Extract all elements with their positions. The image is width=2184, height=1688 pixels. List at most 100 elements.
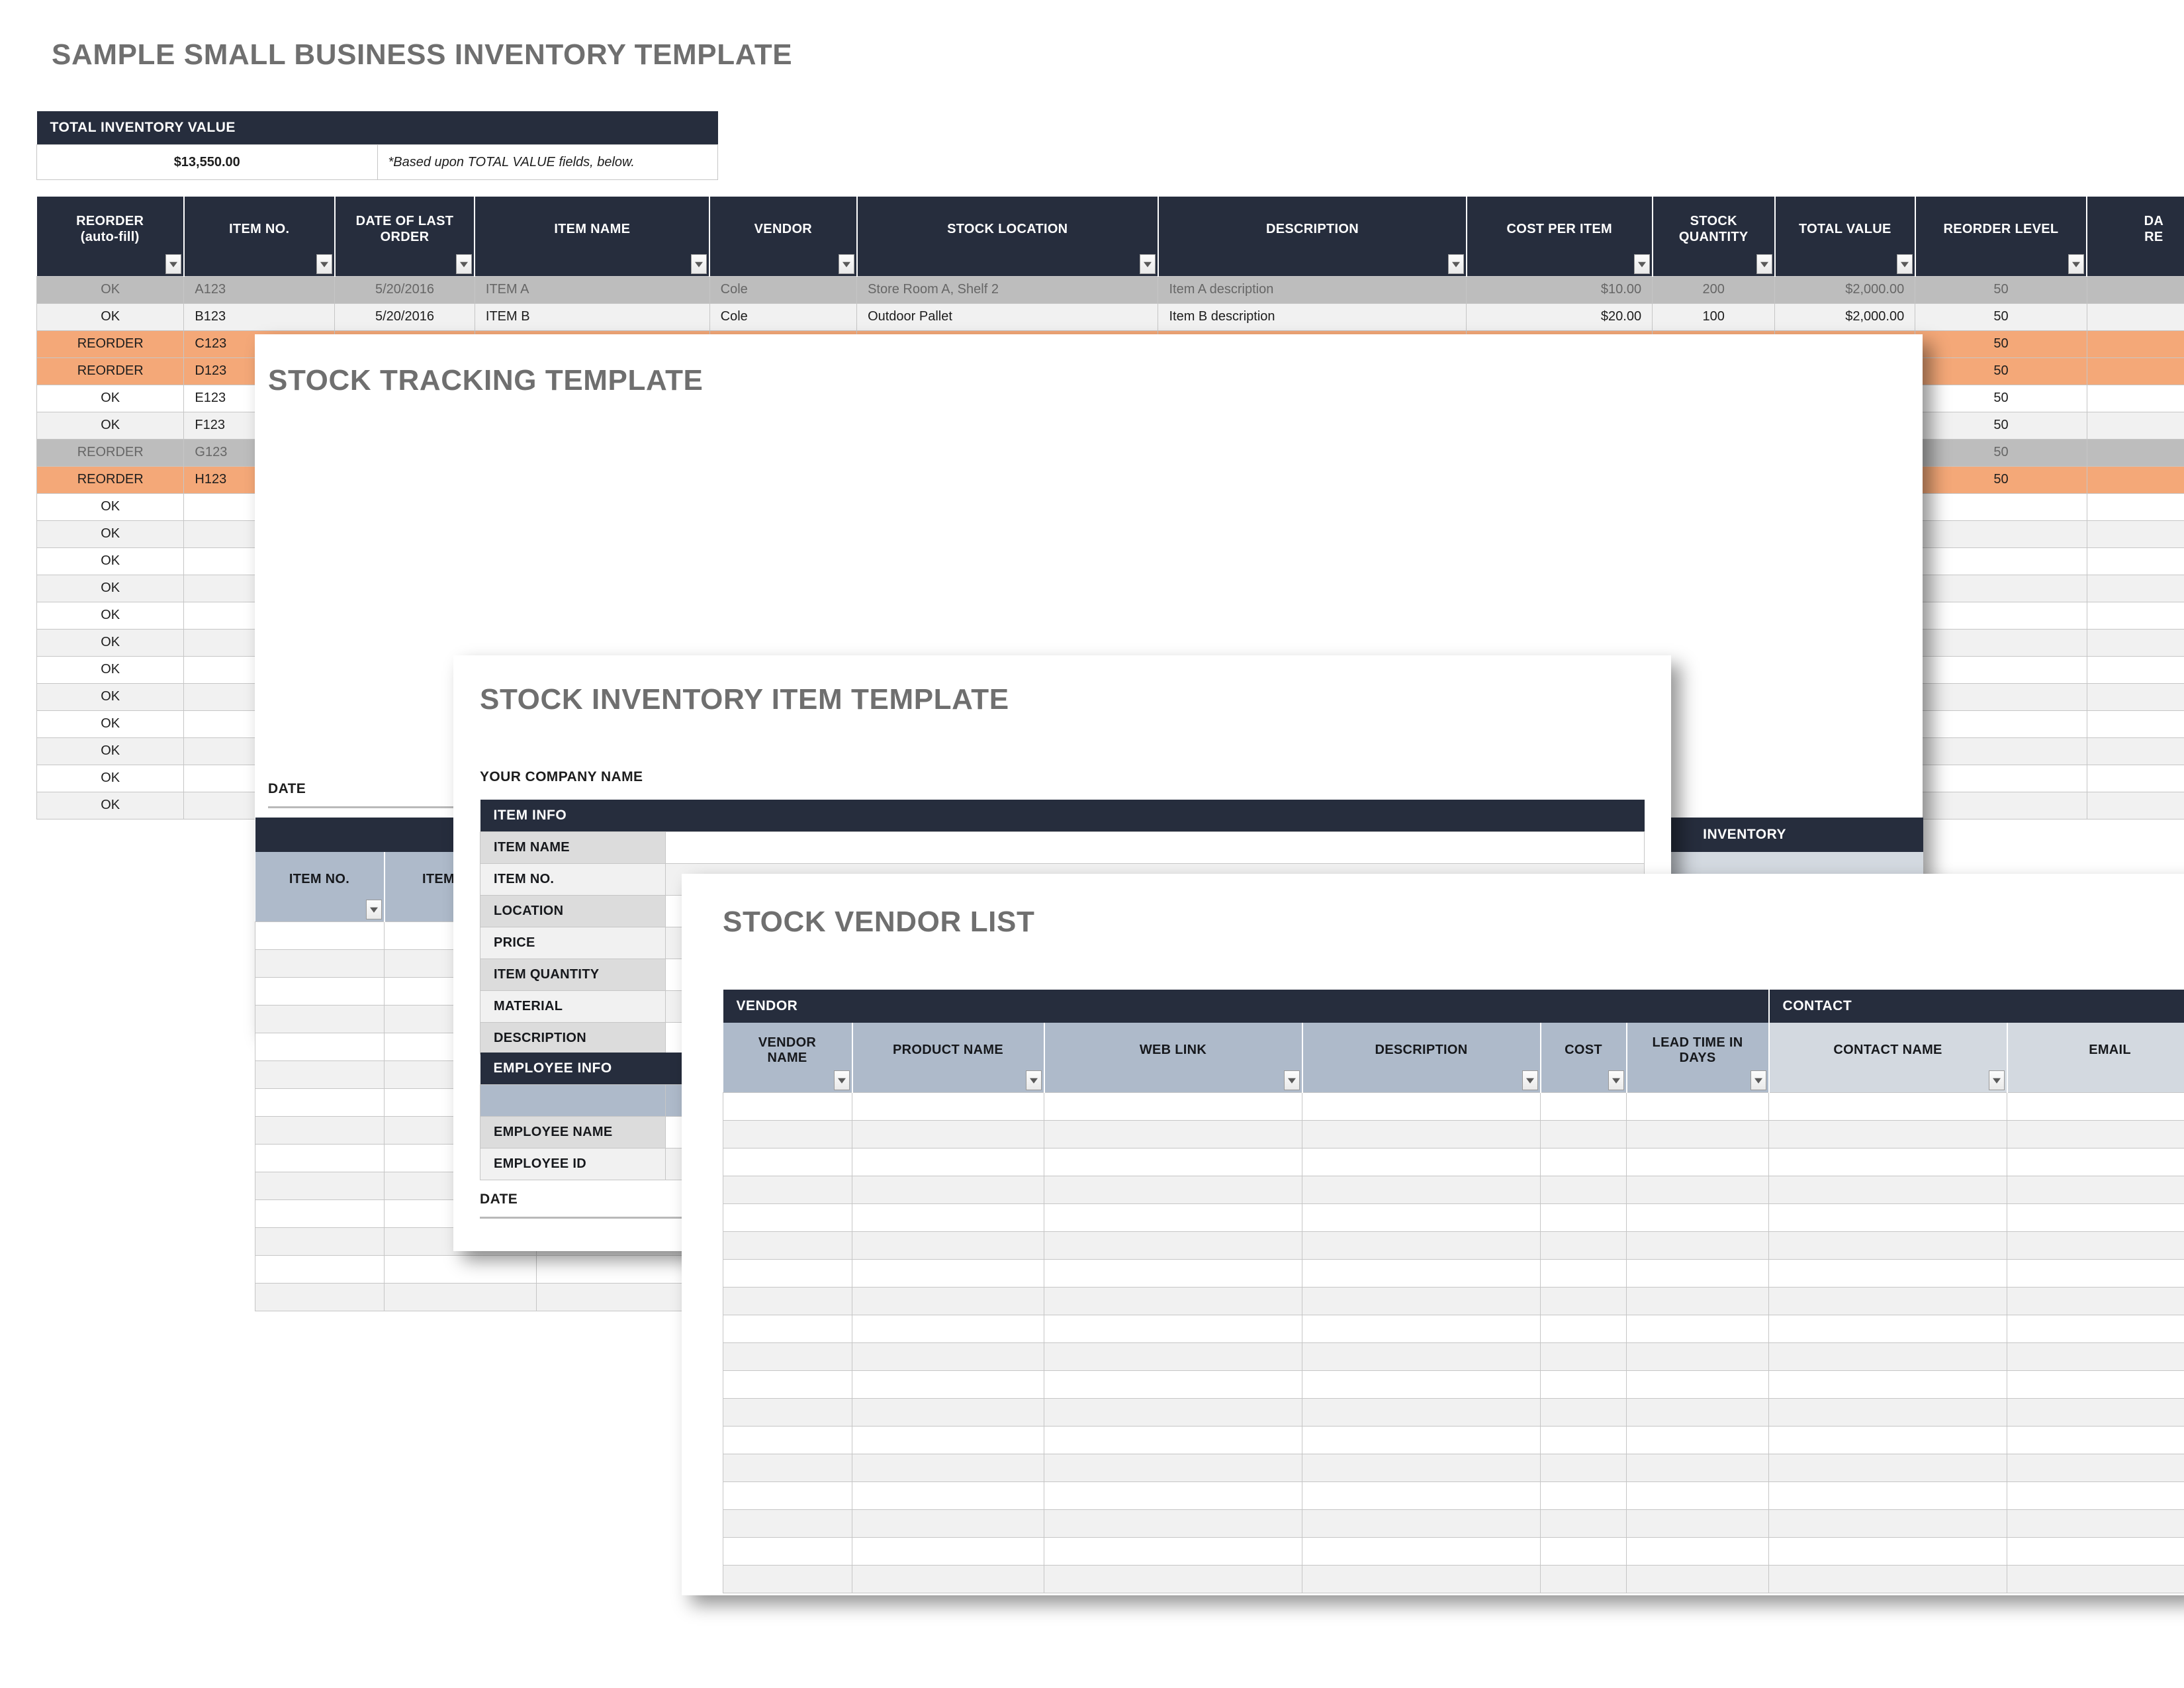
filter-dropdown-icon[interactable]	[456, 254, 473, 274]
vendor-cell[interactable]	[1540, 1564, 1627, 1593]
vendor-cell[interactable]	[1540, 1147, 1627, 1176]
cell-location[interactable]: Outdoor Pallet	[856, 303, 1159, 331]
vendor-cell[interactable]	[723, 1175, 852, 1204]
vendor-cell[interactable]	[1540, 1175, 1627, 1204]
vendor-cell[interactable]	[1540, 1203, 1627, 1232]
vendor-cell[interactable]	[723, 1231, 852, 1260]
cell-level[interactable]	[1915, 791, 2087, 820]
table-row[interactable]	[723, 1203, 2184, 1232]
vendor-cell[interactable]	[1625, 1314, 1770, 1343]
table-row[interactable]: OK A123 5/20/2016 ITEM A Cole Store Room A, S…	[36, 275, 2184, 304]
vendor-cell[interactable]	[1044, 1564, 1302, 1593]
vendor-cell[interactable]	[1302, 1509, 1541, 1538]
vendor-cell[interactable]	[723, 1425, 852, 1454]
stock-tracking-cell[interactable]	[384, 1282, 537, 1311]
cell-level[interactable]: 50	[1915, 330, 2087, 358]
vendor-cell[interactable]	[723, 1119, 852, 1149]
cell-status[interactable]: OK	[36, 492, 185, 521]
cell-reorder-date[interactable]	[2086, 520, 2184, 548]
stock-tracking-cell[interactable]	[255, 1115, 385, 1145]
stock-tracking-cell[interactable]	[255, 1032, 385, 1061]
cell-vendor[interactable]: Cole	[709, 275, 858, 304]
cell-status[interactable]: OK	[36, 520, 185, 548]
cell-status[interactable]: OK	[36, 710, 185, 738]
vendor-cell[interactable]	[1044, 1397, 1302, 1427]
stock-tracking-cell[interactable]	[384, 1254, 537, 1284]
vendor-cell[interactable]	[1044, 1231, 1302, 1260]
vendor-cell[interactable]	[1302, 1119, 1541, 1149]
table-row[interactable]	[723, 1397, 2184, 1427]
table-row[interactable]	[723, 1342, 2184, 1371]
filter-dropdown-icon[interactable]	[1633, 254, 1650, 274]
vendor-cell[interactable]	[2007, 1509, 2184, 1538]
vendor-cell[interactable]	[2007, 1314, 2184, 1343]
vendor-cell[interactable]	[1044, 1119, 1302, 1149]
cell-reorder-date[interactable]	[2086, 303, 2184, 331]
cell-item-no[interactable]: B123	[183, 303, 336, 331]
vendor-cell[interactable]	[852, 1231, 1044, 1260]
vendor-cell[interactable]	[1044, 1425, 1302, 1454]
vendor-cell[interactable]	[1302, 1203, 1541, 1232]
cell-date[interactable]: 5/20/2016	[334, 303, 475, 331]
vendor-cell[interactable]	[1768, 1092, 2008, 1121]
vendor-cell[interactable]	[723, 1397, 852, 1427]
vendor-cell[interactable]	[1625, 1286, 1770, 1315]
vendor-cell[interactable]	[1540, 1119, 1627, 1149]
cell-cost[interactable]: $20.00	[1466, 303, 1653, 331]
cell-status[interactable]: OK	[36, 411, 185, 440]
cell-total[interactable]: $2,000.00	[1774, 303, 1916, 331]
vendor-cell[interactable]	[1044, 1286, 1302, 1315]
vendor-cell[interactable]	[1302, 1425, 1541, 1454]
vendor-cell[interactable]	[1625, 1147, 1770, 1176]
cell-vendor[interactable]: Cole	[709, 303, 858, 331]
vendor-cell[interactable]	[1302, 1314, 1541, 1343]
vendor-cell[interactable]	[1302, 1286, 1541, 1315]
vendor-cell[interactable]	[2007, 1453, 2184, 1482]
vendor-cell[interactable]	[1768, 1147, 2008, 1176]
stock-tracking-cell[interactable]	[255, 1004, 385, 1033]
vendor-cell[interactable]	[1768, 1536, 2008, 1566]
table-row[interactable]	[723, 1536, 2184, 1566]
filter-dropdown-icon[interactable]	[365, 899, 382, 919]
stock-tracking-cell[interactable]	[255, 1254, 385, 1284]
vendor-cell[interactable]	[723, 1092, 852, 1121]
vendor-cell[interactable]	[852, 1342, 1044, 1371]
vendor-cell[interactable]	[852, 1453, 1044, 1482]
vendor-cell[interactable]	[1768, 1425, 2008, 1454]
vendor-cell[interactable]	[1540, 1425, 1627, 1454]
cell-level[interactable]	[1915, 655, 2087, 684]
cell-reorder-date[interactable]	[2086, 574, 2184, 602]
vendor-cell[interactable]	[723, 1370, 852, 1399]
cell-location[interactable]: Store Room A, Shelf 2	[856, 275, 1159, 304]
vendor-cell[interactable]	[852, 1092, 1044, 1121]
table-row[interactable]	[723, 1314, 2184, 1343]
vendor-cell[interactable]	[1540, 1342, 1627, 1371]
vendor-cell[interactable]	[1768, 1564, 2008, 1593]
cell-status[interactable]: OK	[36, 275, 185, 304]
vendor-cell[interactable]	[852, 1175, 1044, 1204]
filter-dropdown-icon[interactable]	[1608, 1070, 1624, 1090]
vendor-cell[interactable]	[1044, 1203, 1302, 1232]
cell-level[interactable]: 50	[1915, 438, 2087, 467]
filter-dropdown-icon[interactable]	[691, 254, 707, 274]
cell-status[interactable]: OK	[36, 628, 185, 657]
cell-level[interactable]	[1915, 737, 2087, 765]
cell-reorder-date[interactable]	[2086, 547, 2184, 575]
vendor-cell[interactable]	[1625, 1175, 1770, 1204]
vendor-cell[interactable]	[1540, 1397, 1627, 1427]
cell-reorder-date[interactable]	[2086, 764, 2184, 792]
stock-tracking-cell[interactable]	[255, 1060, 385, 1089]
cell-date[interactable]: 5/20/2016	[334, 275, 475, 304]
vendor-cell[interactable]	[1540, 1370, 1627, 1399]
stock-tracking-cell[interactable]	[255, 921, 385, 950]
filter-dropdown-icon[interactable]	[1750, 1070, 1766, 1090]
filter-dropdown-icon[interactable]	[1283, 1070, 1300, 1090]
vendor-cell[interactable]	[1625, 1119, 1770, 1149]
vendor-cell[interactable]	[1302, 1370, 1541, 1399]
cell-reorder-date[interactable]	[2086, 655, 2184, 684]
vendor-cell[interactable]	[2007, 1119, 2184, 1149]
vendor-cell[interactable]	[1044, 1175, 1302, 1204]
vendor-cell[interactable]	[1625, 1092, 1770, 1121]
cell-level[interactable]: 50	[1915, 465, 2087, 494]
filter-dropdown-icon[interactable]	[1139, 254, 1156, 274]
